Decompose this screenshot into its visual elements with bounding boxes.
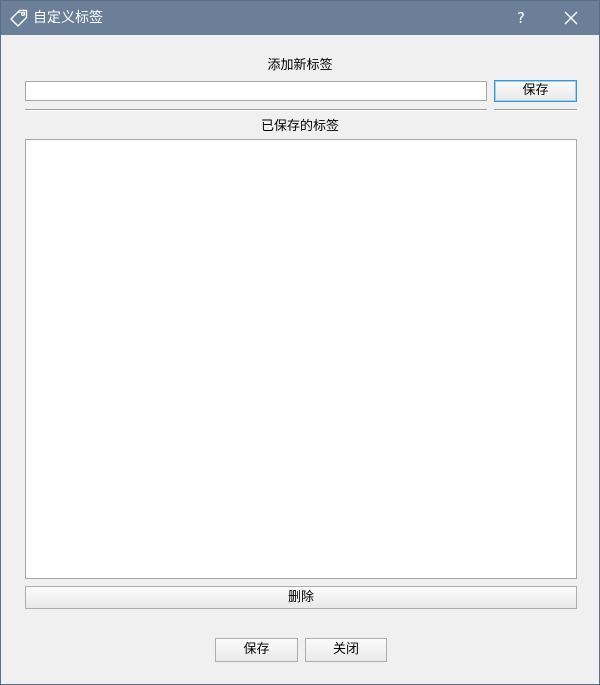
help-button[interactable]: ? [509,1,533,35]
delete-button[interactable]: 删除 [25,586,577,609]
dialog-save-button[interactable]: 保存 [215,638,298,662]
tag-icon [10,9,28,27]
window-title: 自定义标签 [33,10,103,26]
divider [494,109,577,111]
saved-tags-label: 已保存的标签 [260,119,339,134]
close-icon[interactable] [559,1,583,35]
add-tag-label: 添加新标签 [267,58,333,73]
title-bar[interactable]: 自定义标签 ? [1,1,599,35]
saved-tags-list[interactable] [25,139,577,579]
custom-tags-dialog: 自定义标签 ? 添加新标签 保存 已保存的标签 删除 保存 关闭 [0,0,600,685]
save-tag-button[interactable]: 保存 [494,80,577,102]
divider [25,109,487,111]
new-tag-input[interactable] [25,81,487,101]
dialog-close-button[interactable]: 关闭 [305,638,387,662]
